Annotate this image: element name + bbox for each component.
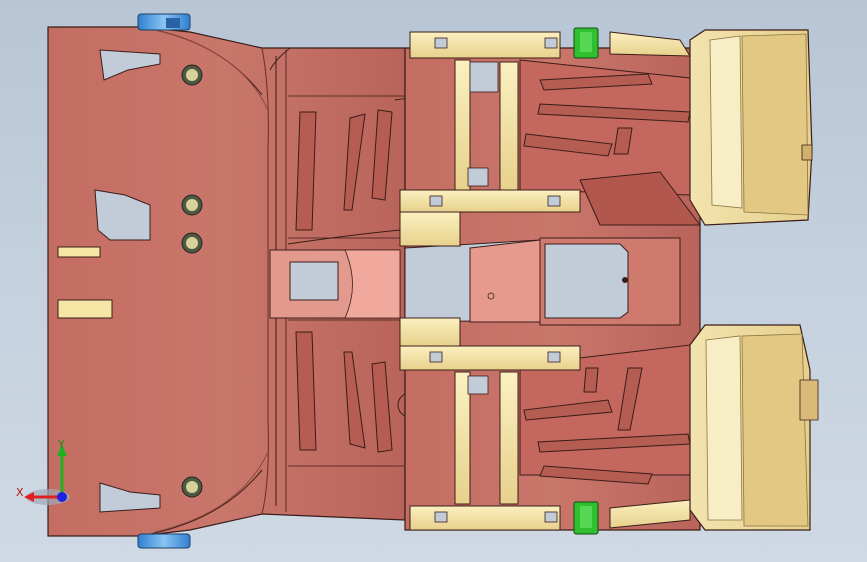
center-tunnel[interactable] — [269, 249, 401, 319]
panel-tab-upper — [57, 246, 101, 258]
grommet-3 — [181, 232, 203, 254]
mount-bracket-bottom — [137, 533, 191, 549]
axis-label-x: X — [16, 486, 24, 499]
rear-floor-panel[interactable] — [404, 47, 702, 531]
floor-pan-model[interactable] — [0, 0, 867, 562]
mount-bracket-top — [137, 13, 191, 31]
clip-lower[interactable] — [573, 501, 599, 535]
clip-upper[interactable] — [573, 27, 599, 59]
grommet-4 — [181, 476, 203, 498]
cad-viewport[interactable]: Y X — [0, 0, 867, 562]
axis-triad — [24, 444, 70, 505]
seat-pan-upper[interactable] — [689, 29, 813, 226]
panel-tab-lower — [57, 299, 113, 319]
grommet-1 — [181, 64, 203, 86]
grommet-2 — [181, 194, 203, 216]
seat-pan-lower[interactable] — [689, 324, 819, 531]
axis-label-y: Y — [58, 438, 65, 451]
